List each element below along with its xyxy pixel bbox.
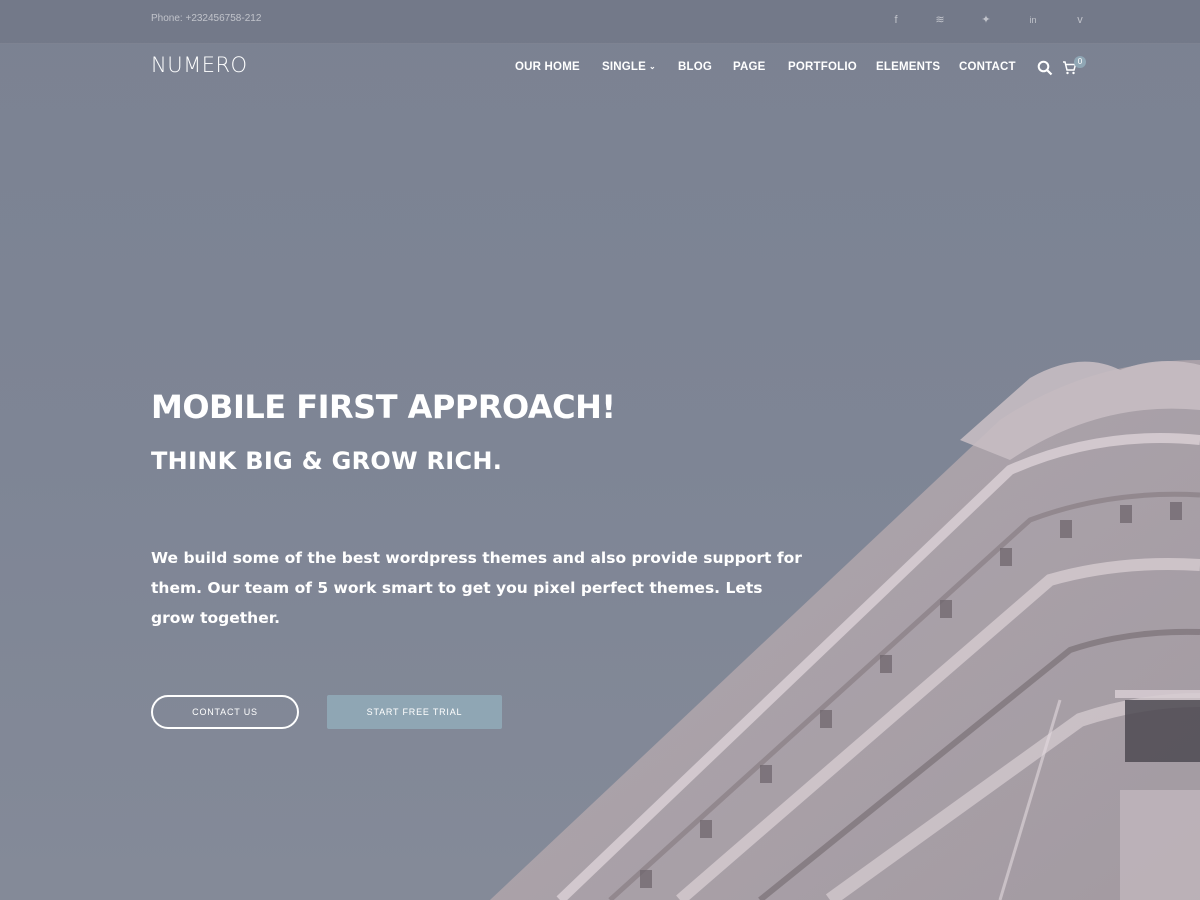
rss-icon[interactable]: ≋ (932, 12, 948, 28)
cart-count-badge: 0 (1074, 56, 1086, 68)
twitter-icon[interactable]: ✦ (978, 12, 994, 28)
nav-item-portfolio[interactable]: PORTFOLIO (788, 61, 857, 73)
hero-headline: MOBILE FIRST APPROACH! (151, 388, 616, 426)
chevron-down-icon: ⌄ (649, 62, 656, 71)
hero-subheading: THINK BIG & GROW RICH. (151, 447, 503, 475)
contact-us-button[interactable]: CONTACT US (151, 695, 299, 729)
nav-item-single-label: SINGLE (602, 61, 647, 73)
facebook-icon[interactable]: f (888, 12, 904, 28)
phone-number: Phone: +232456758-212 (151, 13, 262, 24)
hero-paragraph: We build some of the best wordpress them… (151, 549, 802, 627)
vimeo-icon[interactable]: v (1072, 12, 1088, 28)
nav-item-contact[interactable]: CONTACT (959, 61, 1016, 73)
nav-item-our-home[interactable]: OUR HOME (515, 61, 580, 73)
nav-item-blog[interactable]: BLOG (678, 61, 712, 73)
nav-item-elements[interactable]: ELEMENTS (876, 61, 940, 73)
nav-item-page[interactable]: PAGE (733, 61, 766, 73)
linkedin-icon[interactable]: in (1025, 12, 1041, 28)
site-logo[interactable]: NUMERO (151, 53, 248, 77)
start-free-trial-button[interactable]: START FREE TRIAL (327, 695, 502, 729)
search-icon[interactable] (1037, 60, 1053, 76)
nav-item-single[interactable]: SINGLE ⌄ (602, 61, 656, 73)
top-bar: Phone: +232456758-212 f ≋ ✦ in v (0, 0, 1200, 44)
